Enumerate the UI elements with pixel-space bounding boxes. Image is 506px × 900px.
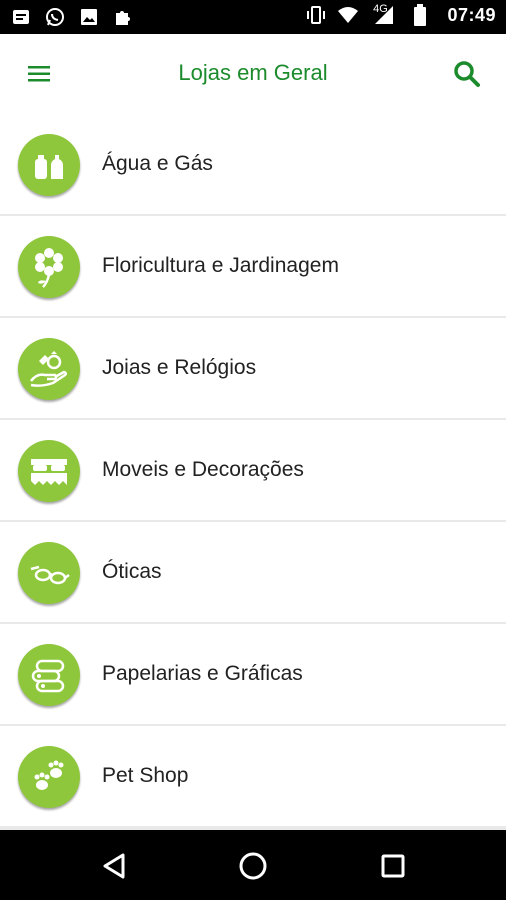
list-item-label: Floricultura e Jardinagem [102,254,339,277]
system-icons: 4G 07:49 [305,3,496,26]
wifi-icon [337,4,359,26]
notification-icons [10,6,134,28]
signal-icon: 4G [369,3,399,26]
list-item-papelarias-graficas[interactable]: Papelarias e Gráficas [0,624,506,724]
network-type: 4G [373,3,388,15]
app-bar: Lojas em Geral [0,34,506,114]
list-item-label: Moveis e Decorações [102,458,304,481]
vibrate-icon [305,4,327,26]
flower-icon [18,236,80,298]
jewelry-icon [18,338,80,400]
list-item-label: Papelarias e Gráficas [102,662,303,685]
message-icon [10,6,32,28]
list-item-pet-shop[interactable]: Pet Shop [0,726,506,826]
whatsapp-icon [44,6,66,28]
clock: 07:49 [447,4,496,25]
list-item-oticas[interactable]: Óticas [0,522,506,622]
list-item-label: Pet Shop [102,764,189,787]
search-icon[interactable] [452,59,482,89]
back-icon[interactable] [94,846,134,886]
category-list: Água e Gás Floricultura e Jardinagem Joi… [0,114,506,830]
status-bar: 4G 07:49 [0,0,506,34]
image-icon [78,6,100,28]
paw-icon [18,746,80,808]
list-item-label: Joias e Relógios [102,356,257,379]
glasses-icon [18,542,80,604]
home-icon[interactable] [233,846,273,886]
paper-rolls-icon [18,644,80,706]
page-title: Lojas em Geral [178,60,328,85]
list-item-agua-gas[interactable]: Água e Gás [0,114,506,214]
list-item-floricultura[interactable]: Floricultura e Jardinagem [0,216,506,316]
recent-apps-icon[interactable] [373,846,413,886]
gas-bottle-icon [18,134,80,196]
list-item-moveis-decoracoes[interactable]: Moveis e Decorações [0,420,506,520]
system-navigation-bar [0,830,506,900]
list-item-joias-relogios[interactable]: Joias e Relógios [0,318,506,418]
list-item-label: Água e Gás [102,152,213,175]
puzzle-icon [112,6,134,28]
bed-icon [18,440,80,502]
list-item-label: Óticas [102,560,162,583]
battery-icon [409,4,431,26]
